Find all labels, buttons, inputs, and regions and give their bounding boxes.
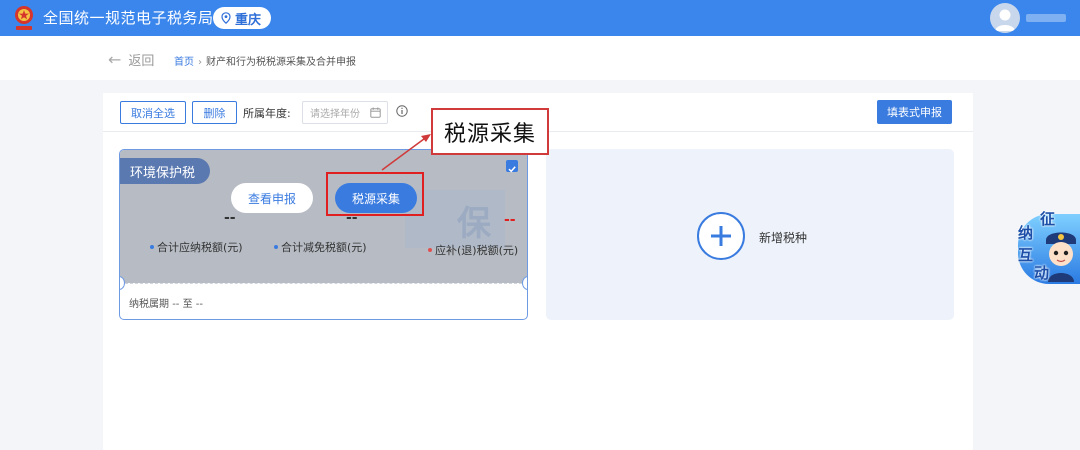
bullet-dot-icon — [274, 245, 278, 249]
breadcrumb-current: 财产和行为税税源采集及合并申报 — [206, 57, 356, 68]
back-label: 返回 — [128, 54, 155, 69]
city-name: 重庆 — [235, 12, 262, 28]
site-title: 全国统一规范电子税务局 — [43, 9, 214, 27]
add-tax-type-label: 新增税种 — [759, 231, 808, 245]
exempt-metric: 合计减免税额(元) — [274, 239, 367, 255]
info-icon[interactable] — [396, 105, 408, 117]
card-overlay: 保 环境保护税 查看申报 税源采集 -- -- -- 合计应纳税额(元) 合计减… — [120, 150, 527, 283]
tax-emblem-icon — [11, 4, 37, 32]
location-pin-icon — [221, 12, 231, 24]
year-picker-input[interactable]: 请选择年份 — [302, 101, 388, 124]
back-button[interactable]: ← 返回 — [108, 50, 154, 69]
view-declare-button[interactable]: 查看申报 — [231, 183, 313, 213]
bullet-dot-icon — [150, 245, 154, 249]
calendar-icon — [370, 107, 381, 118]
period-value: -- 至 -- — [172, 299, 203, 310]
city-selector[interactable]: 重庆 — [213, 7, 272, 29]
plus-icon[interactable] — [697, 212, 745, 260]
year-placeholder: 请选择年份 — [310, 109, 360, 120]
bullet-dot-icon — [428, 248, 432, 252]
assistant-char-1: 征 — [1040, 210, 1056, 228]
annotation-callout: 税源采集 — [431, 108, 549, 155]
card-notch-right — [522, 276, 527, 290]
exempt-value: -- — [346, 210, 358, 226]
exempt-label: 合计减免税额(元) — [281, 241, 367, 254]
form-declare-button[interactable]: 填表式申报 — [877, 100, 952, 124]
breadcrumb-separator: › — [198, 57, 202, 68]
add-tax-type-card[interactable]: 新增税种 — [546, 149, 954, 320]
assistant-char-3: 互 — [1018, 246, 1034, 264]
payable-metric: 合计应纳税额(元) — [150, 239, 243, 255]
breadcrumb-bar: ← 返回 首页 › 财产和行为税税源采集及合并申报 — [0, 36, 1080, 80]
top-header: 全国统一规范电子税务局 重庆 — [0, 0, 1080, 36]
assistant-char-2: 纳 — [1018, 224, 1034, 242]
annotation-highlight-box — [326, 172, 424, 216]
payable-label: 合计应纳税额(元) — [157, 241, 243, 254]
tax-assistant-widget[interactable]: 征 纳 互 动 — [1012, 208, 1080, 284]
refund-value: -- — [504, 212, 516, 228]
payable-value: -- — [224, 210, 236, 226]
card-divider — [120, 283, 527, 284]
user-name-masked[interactable] — [1026, 14, 1066, 22]
deselect-all-button[interactable]: 取消全选 — [120, 101, 186, 124]
arrow-left-icon: ← — [108, 50, 122, 69]
breadcrumb-home-link[interactable]: 首页 — [174, 57, 194, 68]
breadcrumb: 首页 › 财产和行为税税源采集及合并申报 — [174, 53, 356, 68]
assistant-char-4: 动 — [1034, 264, 1050, 282]
tax-name-tab: 环境保护税 — [120, 158, 210, 184]
refund-metric: 应补(退)税额(元) — [428, 242, 518, 258]
card-checkbox[interactable] — [506, 160, 518, 173]
user-avatar[interactable] — [990, 3, 1020, 33]
year-label: 所属年度: — [243, 107, 291, 120]
annotation-arrow-icon — [381, 134, 431, 171]
delete-button[interactable]: 删除 — [192, 101, 237, 124]
tax-period: 纳税属期 -- 至 -- — [129, 295, 203, 310]
period-label: 纳税属期 — [129, 299, 169, 310]
tax-card-environment[interactable]: 保 环境保护税 查看申报 税源采集 -- -- -- 合计应纳税额(元) 合计减… — [119, 149, 528, 320]
checkmark-icon — [508, 166, 516, 173]
refund-label: 应补(退)税额(元) — [435, 244, 519, 257]
